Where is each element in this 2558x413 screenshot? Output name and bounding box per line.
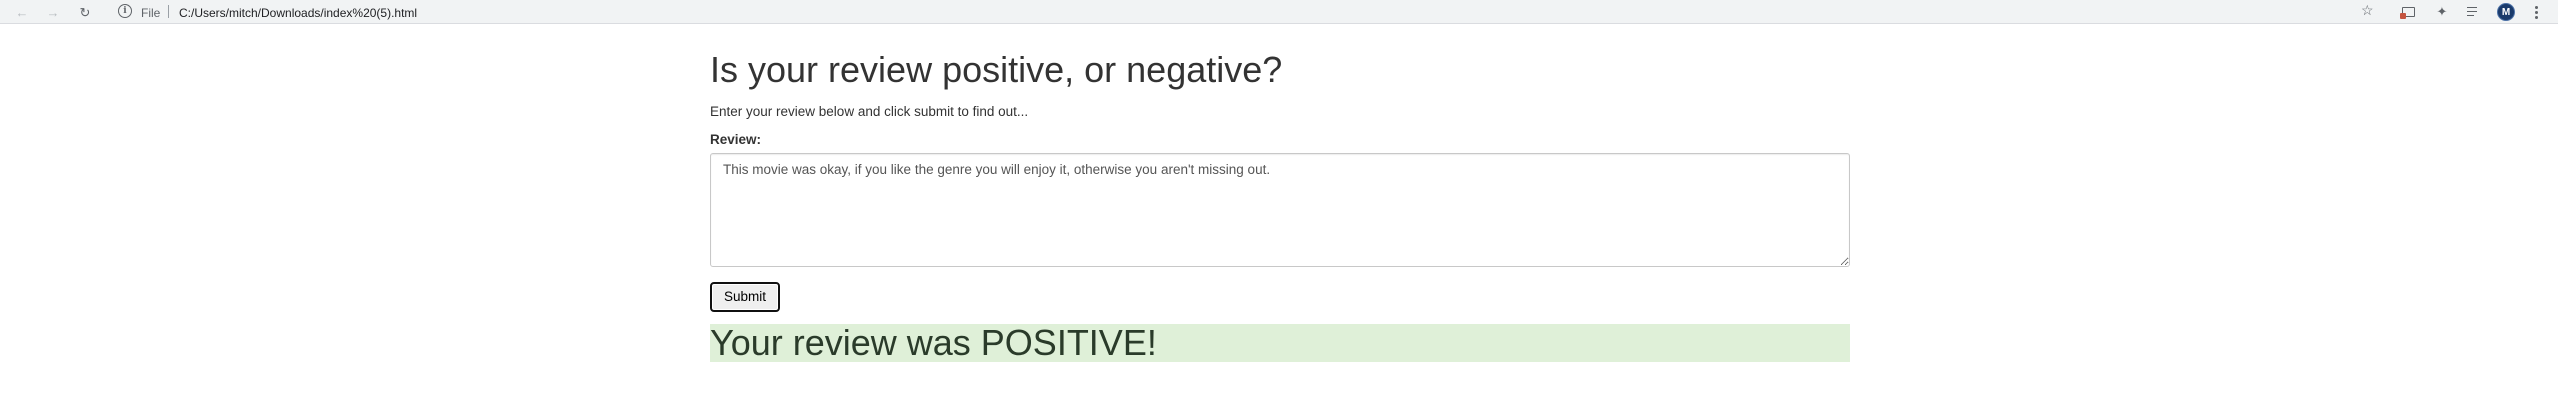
media-controls-icon[interactable]: [2465, 4, 2481, 20]
profile-avatar[interactable]: M: [2497, 3, 2515, 21]
submit-button[interactable]: Submit: [710, 281, 780, 312]
url-scheme-label: File: [141, 6, 161, 20]
page-title: Is your review positive, or negative?: [710, 49, 1283, 90]
instructions-text: Enter your review below and click submit…: [710, 103, 1029, 119]
cast-icon[interactable]: [2399, 4, 2416, 20]
info-icon[interactable]: i: [118, 4, 132, 18]
result-banner: Your review was POSITIVE!: [710, 323, 1850, 362]
browser-toolbar: ← → ↻ i File C:/Users/mitch/Downloads/in…: [0, 0, 2558, 24]
review-textarea[interactable]: This movie was okay, if you like the gen…: [710, 152, 1850, 267]
url-text[interactable]: C:/Users/mitch/Downloads/index%20(5).htm…: [179, 6, 417, 20]
page-container: Is your review positive, or negative? En…: [710, 48, 1850, 362]
back-arrow-icon[interactable]: ←: [14, 4, 30, 20]
bookmark-star-icon[interactable]: ☆: [2361, 2, 2374, 19]
extensions-puzzle-icon[interactable]: ✦: [2434, 4, 2450, 20]
forward-arrow-icon[interactable]: →: [45, 4, 61, 20]
review-label: Review:: [710, 131, 762, 147]
more-menu-icon[interactable]: [2528, 4, 2544, 20]
address-bar[interactable]: i File C:/Users/mitch/Downloads/index%20…: [108, 2, 2371, 21]
reload-icon[interactable]: ↻: [77, 4, 93, 20]
address-separator: [168, 5, 169, 18]
